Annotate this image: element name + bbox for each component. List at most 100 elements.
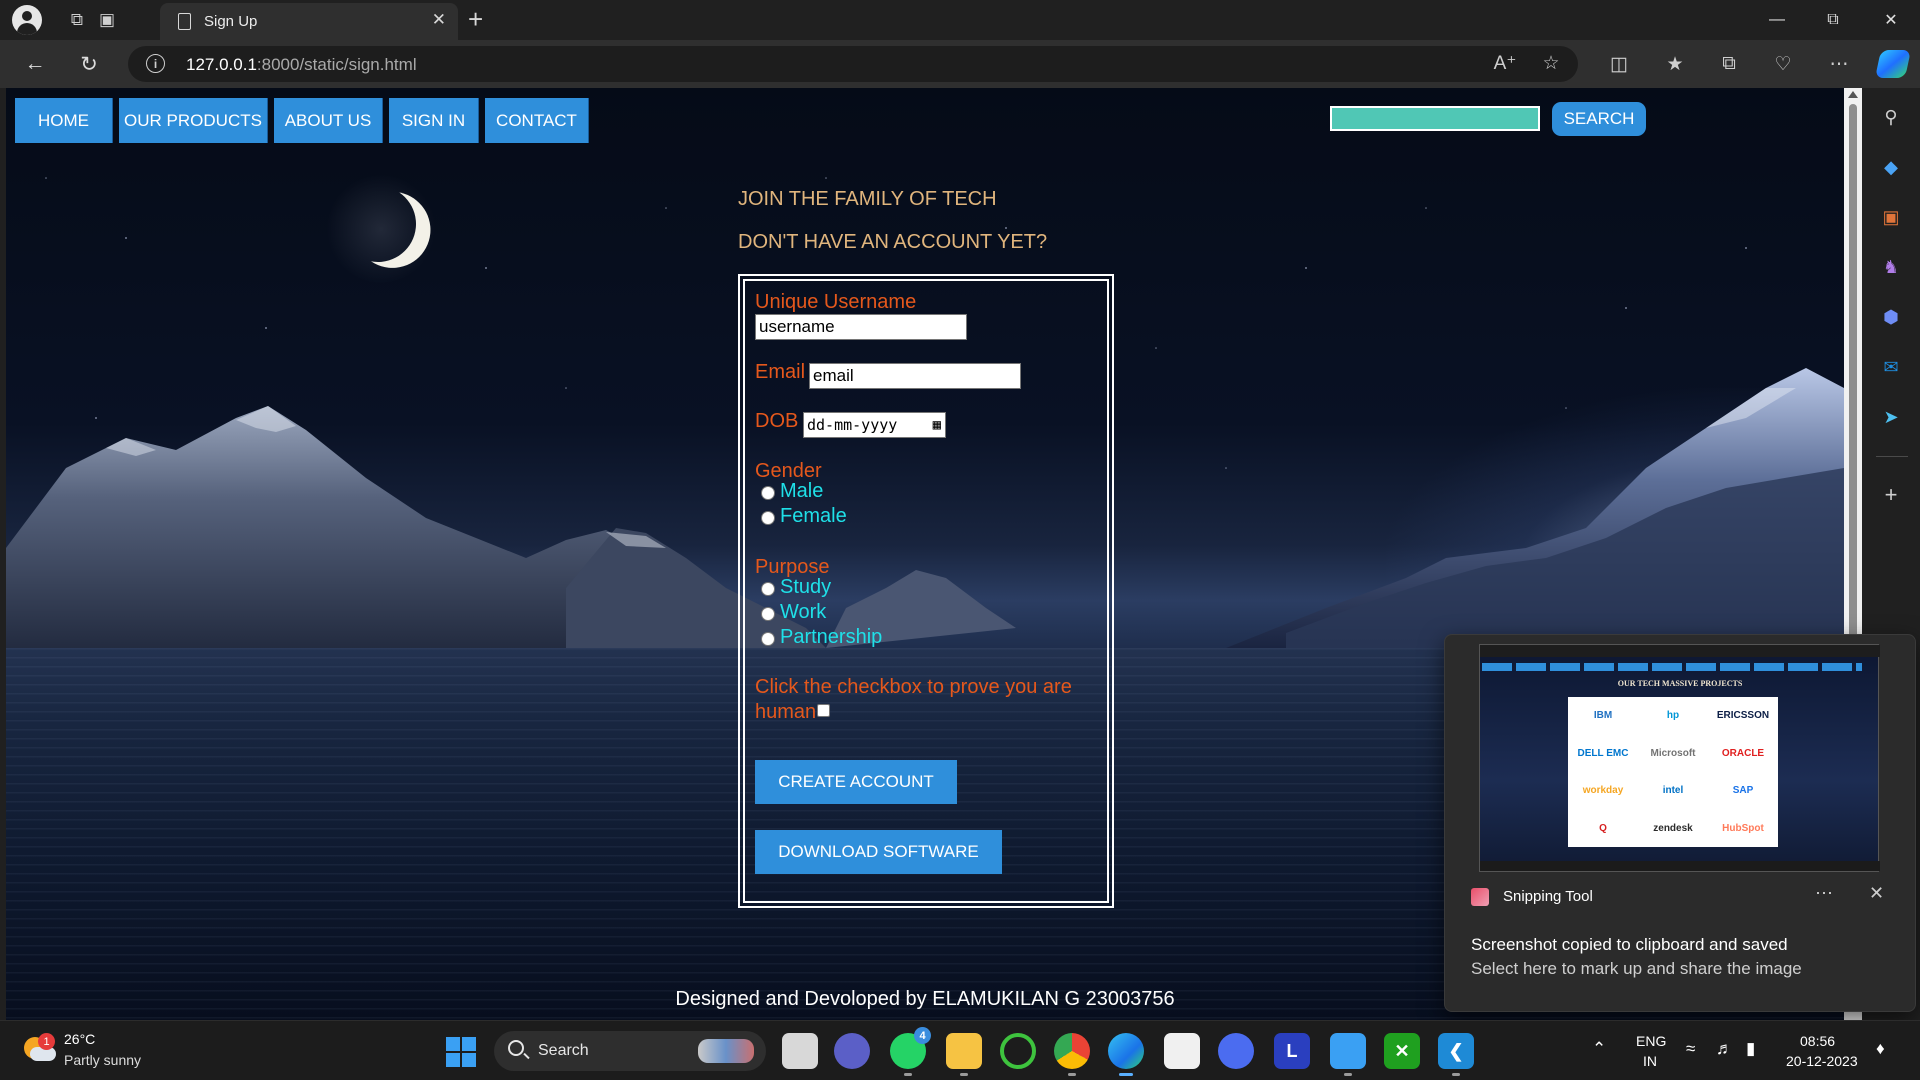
file-explorer-icon[interactable] — [946, 1033, 982, 1069]
nav-about-us[interactable]: ABOUT US — [274, 98, 383, 143]
restore-button[interactable]: ⧉ — [1808, 6, 1858, 34]
scroll-up-arrow-icon[interactable] — [1848, 91, 1858, 98]
notification-bell-icon[interactable]: ♦ — [1876, 1039, 1885, 1059]
microsoft-store-icon[interactable] — [1164, 1033, 1200, 1069]
nav-contact[interactable]: CONTACT — [485, 98, 589, 143]
thumb-taskbar — [1480, 861, 1880, 871]
running-indicator — [1068, 1073, 1076, 1076]
radio-female[interactable] — [761, 511, 775, 525]
chrome-icon[interactable] — [1054, 1033, 1090, 1069]
workspaces-icon[interactable]: ⧉ — [62, 6, 92, 34]
favorites-icon[interactable]: ★ — [1660, 50, 1690, 78]
refresh-icon[interactable]: ↻ — [74, 50, 104, 78]
clock-date[interactable]: 20-12-2023 — [1786, 1053, 1858, 1069]
browser-tab-strip: ⧉ ▣ Sign Up ✕ + — ⧉ ✕ — [0, 0, 1920, 40]
outlook-icon[interactable]: ✉ — [1878, 354, 1904, 380]
thumb-title: OUR TECH MASSIVE PROJECTS — [1617, 679, 1743, 688]
address-bar[interactable]: i 127.0.0.1:8000/static/sign.html A⁺ ☆ — [128, 46, 1578, 82]
edge-icon[interactable] — [1108, 1033, 1144, 1069]
xbox-icon[interactable]: ✕ — [1384, 1033, 1420, 1069]
whatsapp-badge: 4 — [914, 1027, 931, 1044]
calendar-icon[interactable]: ▦ — [933, 413, 941, 437]
toast-close-icon[interactable]: ✕ — [1869, 883, 1884, 904]
tools-icon[interactable]: ▣ — [1878, 204, 1904, 230]
arc-app-icon[interactable] — [1218, 1033, 1254, 1069]
radio-work[interactable] — [761, 607, 775, 621]
nav-sign-in[interactable]: SIGN IN — [389, 98, 479, 143]
nav-our-products[interactable]: OUR PRODUCTS — [119, 98, 268, 143]
dob-input[interactable]: dd-mm-yyyy ▦ — [803, 412, 946, 438]
sync-app-icon[interactable] — [1000, 1033, 1036, 1069]
tab-actions-icon[interactable]: ▣ — [92, 6, 122, 34]
drop-icon[interactable]: ➤ — [1878, 404, 1904, 430]
collections-icon[interactable]: ⧉ — [1714, 50, 1744, 78]
site-search-button[interactable]: SEARCH — [1552, 102, 1646, 136]
download-software-button[interactable]: DOWNLOAD SOFTWARE — [755, 830, 1002, 874]
favorite-star-icon[interactable]: ☆ — [1536, 49, 1566, 77]
browser-essentials-icon[interactable]: ♡ — [1768, 50, 1798, 78]
show-hidden-icons[interactable]: ⌃ — [1592, 1039, 1606, 1059]
start-button[interactable] — [446, 1037, 476, 1067]
thumb-logo: SAP — [1732, 785, 1754, 797]
radio-partnership[interactable] — [761, 632, 775, 646]
weather-widget-icon[interactable]: 1 — [24, 1033, 56, 1065]
email-input[interactable] — [809, 363, 1021, 389]
close-window-button[interactable]: ✕ — [1866, 6, 1916, 34]
create-account-button[interactable]: CREATE ACCOUNT — [755, 760, 957, 804]
radio-study[interactable] — [761, 582, 775, 596]
shopping-tag-icon[interactable]: ◆ — [1878, 154, 1904, 180]
signup-form-inner: Unique Username Email DOB dd-mm-yyyy ▦ G… — [743, 279, 1109, 903]
tab-sign-up[interactable]: Sign Up ✕ — [160, 3, 458, 40]
vscode-icon[interactable]: ❮ — [1438, 1033, 1474, 1069]
whatsapp-icon[interactable]: 4 — [890, 1027, 931, 1069]
battery-icon[interactable]: ▮ — [1746, 1039, 1755, 1059]
add-sidebar-app-icon[interactable]: + — [1878, 482, 1904, 508]
thumb-browser-bar — [1480, 645, 1880, 657]
thumb-logo: HubSpot — [1722, 822, 1764, 834]
toast-more-icon[interactable]: ⋯ — [1815, 883, 1833, 904]
thumb-logo: zendesk — [1653, 822, 1693, 834]
more-menu-icon[interactable]: ⋯ — [1824, 50, 1854, 78]
weather-desc[interactable]: Partly sunny — [64, 1052, 141, 1068]
url-text[interactable]: 127.0.0.1:8000/static/sign.html — [186, 55, 417, 75]
profile-avatar-icon[interactable] — [12, 5, 42, 35]
minimize-button[interactable]: — — [1752, 6, 1802, 34]
snipping-tool-notification[interactable]: OUR TECH MASSIVE PROJECTS IBM hp ERICSSO… — [1444, 634, 1916, 1012]
thumb-logo: IBM — [1593, 710, 1613, 722]
site-info-icon[interactable]: i — [146, 54, 165, 73]
radio-male[interactable] — [761, 486, 775, 500]
site-search-input[interactable] — [1330, 106, 1540, 131]
microsoft-365-icon[interactable]: ⬢ — [1878, 304, 1904, 330]
wifi-icon[interactable]: ≈ — [1686, 1039, 1695, 1059]
nav-home[interactable]: HOME — [15, 98, 113, 143]
email-label: Email — [755, 361, 806, 383]
join-heading: JOIN THE FAMILY OF TECH — [738, 188, 997, 210]
clock-time[interactable]: 08:56 — [1800, 1033, 1835, 1049]
running-indicator — [1452, 1073, 1460, 1076]
weather-temp[interactable]: 26°C — [64, 1031, 95, 1047]
screenshot-thumbnail[interactable]: OUR TECH MASSIVE PROJECTS IBM hp ERICSSO… — [1479, 644, 1880, 872]
new-tab-button[interactable]: + — [468, 4, 483, 35]
human-checkbox[interactable] — [817, 704, 830, 717]
tab-close-icon[interactable]: ✕ — [432, 10, 446, 30]
read-aloud-icon[interactable]: A⁺ — [1490, 49, 1520, 77]
language-in[interactable]: IN — [1643, 1053, 1657, 1069]
games-icon[interactable]: ♞ — [1878, 254, 1904, 280]
language-eng[interactable]: ENG — [1636, 1033, 1666, 1049]
thumb-logo: Microsoft — [1650, 747, 1696, 759]
volume-icon[interactable]: ♬ — [1716, 1039, 1733, 1059]
teams-icon[interactable] — [834, 1033, 870, 1069]
scrollbar-thumb[interactable] — [1849, 104, 1857, 649]
taskbar-search[interactable]: Search — [494, 1031, 766, 1071]
notepad-icon[interactable] — [1330, 1033, 1366, 1069]
task-view-icon[interactable] — [782, 1033, 818, 1069]
active-indicator — [1119, 1073, 1133, 1076]
l-app-icon[interactable]: L — [1274, 1033, 1310, 1069]
username-input[interactable] — [755, 314, 967, 340]
sidebar-search-icon[interactable]: ⚲ — [1878, 104, 1904, 130]
option-male: Male — [780, 480, 824, 502]
back-arrow-icon[interactable]: ← — [20, 50, 50, 78]
thumb-logo: DELL EMC — [1577, 747, 1629, 759]
split-screen-icon[interactable]: ◫ — [1604, 50, 1634, 78]
option-study: Study — [780, 576, 832, 598]
